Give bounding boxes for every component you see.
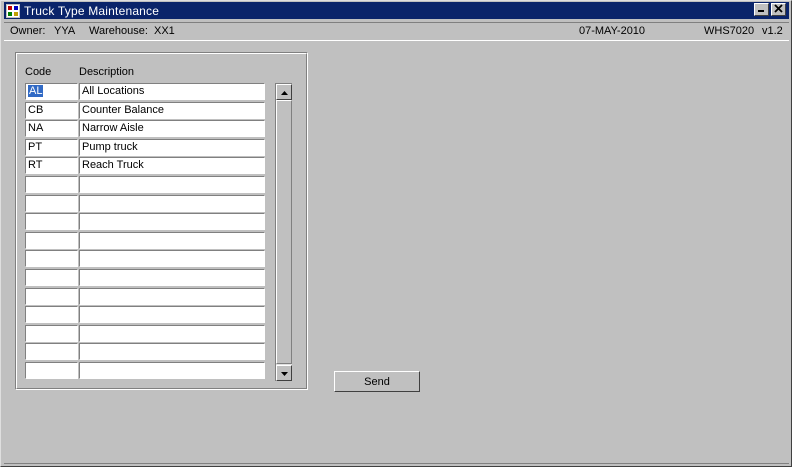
code-cell[interactable]: AL xyxy=(25,83,78,100)
minimize-icon xyxy=(757,4,766,16)
close-icon xyxy=(774,3,783,16)
status-bar: Owner: YYA Warehouse: XX1 07-MAY-2010 WH… xyxy=(4,22,789,41)
window-title: Truck Type Maintenance xyxy=(24,3,160,18)
send-button-label: Send xyxy=(364,375,390,388)
app-window: Truck Type Maintenance Owner: YYA Wareho… xyxy=(0,0,792,467)
arrow-down-icon xyxy=(280,367,288,379)
description-cell[interactable] xyxy=(79,213,265,231)
owner-value: YYA xyxy=(54,25,76,37)
scroll-down-button[interactable] xyxy=(276,365,292,381)
description-cell[interactable]: Reach Truck xyxy=(79,157,265,175)
code-cell[interactable] xyxy=(25,175,78,193)
code-cell[interactable] xyxy=(25,306,78,324)
description-cell[interactable] xyxy=(79,194,265,212)
description-cell[interactable] xyxy=(79,287,265,305)
arrow-up-icon xyxy=(280,86,288,98)
code-cell[interactable] xyxy=(25,250,78,268)
description-cell[interactable] xyxy=(79,306,265,324)
code-cell[interactable] xyxy=(25,361,78,379)
description-cell[interactable]: Narrow Aisle xyxy=(79,120,265,138)
description-cell[interactable] xyxy=(79,324,265,342)
code-cell[interactable]: RT xyxy=(25,157,78,175)
scroll-thumb[interactable] xyxy=(276,100,292,364)
grid-scrollbar[interactable] xyxy=(275,83,292,381)
screen-id: WHS7020 xyxy=(704,25,755,37)
description-cell[interactable] xyxy=(79,361,265,379)
description-cell[interactable] xyxy=(79,268,265,286)
description-cell[interactable] xyxy=(79,343,265,361)
code-cell[interactable]: PT xyxy=(25,138,78,156)
app-icon[interactable] xyxy=(6,3,20,18)
code-cell[interactable] xyxy=(25,287,78,305)
code-cell[interactable] xyxy=(25,324,78,342)
owner-label: Owner: xyxy=(10,25,46,37)
scroll-up-button[interactable] xyxy=(276,84,292,100)
version-label: v1.2 xyxy=(762,25,783,37)
code-cell[interactable] xyxy=(25,194,78,212)
description-cell[interactable]: All Locations xyxy=(79,83,265,100)
description-cell[interactable]: Pump truck xyxy=(79,138,265,156)
warehouse-label: Warehouse: xyxy=(89,25,148,37)
code-cell[interactable]: CB xyxy=(25,101,78,119)
description-cell[interactable] xyxy=(79,231,265,249)
warehouse-value: XX1 xyxy=(154,25,175,37)
code-column-header: Code xyxy=(25,66,52,78)
minimize-button[interactable] xyxy=(754,3,769,16)
send-button[interactable]: Send xyxy=(334,371,420,392)
description-cell[interactable] xyxy=(79,250,265,268)
bottom-border xyxy=(4,463,789,464)
description-column-header: Description xyxy=(79,66,135,78)
close-button[interactable] xyxy=(771,3,786,16)
code-cell[interactable]: NA xyxy=(25,120,78,138)
code-cell[interactable] xyxy=(25,268,78,286)
selected-text: AL xyxy=(28,85,44,97)
description-cell[interactable] xyxy=(79,175,265,193)
code-cell[interactable] xyxy=(25,343,78,361)
description-cell[interactable]: Counter Balance xyxy=(79,101,265,119)
date-display: 07-MAY-2010 xyxy=(579,25,646,37)
code-cell[interactable] xyxy=(25,231,78,249)
code-cell[interactable] xyxy=(25,213,78,231)
title-bar[interactable]: Truck Type Maintenance xyxy=(4,2,789,19)
